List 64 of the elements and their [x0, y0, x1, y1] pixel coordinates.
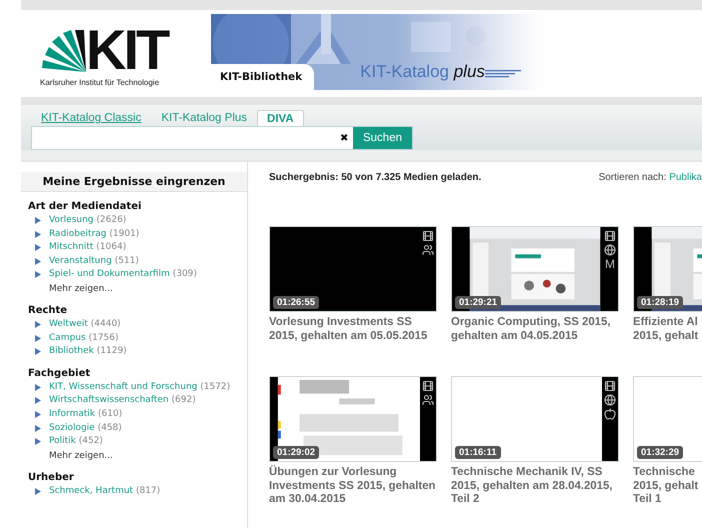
filter-link[interactable]: Veranstaltung (511) — [49, 254, 239, 268]
video-thumbnail[interactable]: 01:16:11 — [451, 376, 619, 462]
filter-link[interactable]: Radiobeitrag (1901) — [49, 228, 239, 242]
people-icon — [422, 244, 434, 256]
duration-badge: 01:29:21 — [455, 296, 502, 309]
letter-label: M — [605, 258, 615, 271]
people-icon — [422, 394, 434, 406]
video-thumbnail[interactable]: 01:26:55 — [269, 226, 437, 312]
more-link[interactable]: Mehr zeigen... — [28, 448, 247, 463]
filter-link[interactable]: Mitschnitt (1064) — [49, 241, 239, 255]
globe-icon — [604, 244, 616, 256]
triangle-icon — [35, 488, 41, 495]
filter-link[interactable]: Soziologie (458) — [49, 422, 239, 436]
filter-link[interactable]: Campus (1756) — [49, 332, 239, 346]
logo-rays-icon — [40, 30, 86, 72]
filter-link[interactable]: Bibliothek (1129) — [49, 345, 239, 359]
catalog-tab[interactable]: DIVA — [257, 110, 304, 126]
filter-link[interactable]: Spiel- und Dokumentarfilm (309) — [49, 268, 239, 282]
filter-link[interactable]: Vorlesung (2626) — [49, 214, 239, 228]
film-icon — [422, 380, 434, 392]
filter-link[interactable]: Weltweit (4440) — [49, 318, 239, 332]
filter-group-title: Fachgebiet — [28, 368, 92, 379]
sort-link[interactable]: Publika — [669, 172, 702, 183]
catalog-brand: KIT-Katalog plus — [360, 62, 485, 82]
duration-badge: 01:16:11 — [455, 446, 501, 459]
film-icon — [422, 230, 434, 242]
duration-badge: 01:26:55 — [273, 296, 320, 309]
more-link[interactable]: Mehr zeigen... — [28, 282, 247, 296]
video-title[interactable]: Effiziente Al 2015, gehalt — [633, 316, 701, 343]
filter-link[interactable]: KIT, Wissenschaft und Forschung (1572) — [49, 380, 239, 394]
video-title[interactable]: Organic Computing, SS 2015, gehalten am 04.05.2015 — [451, 316, 619, 343]
filter-group-title: Urheber — [28, 472, 75, 483]
search-button[interactable]: Suchen — [352, 127, 412, 149]
catalog-tab[interactable]: KIT-Katalog Plus — [151, 109, 258, 126]
film-icon — [604, 230, 616, 242]
video-thumbnail[interactable]: 01:32:29 — [633, 376, 702, 462]
apple-icon — [604, 408, 616, 420]
filter-group-title: Art der Mediendatei — [28, 201, 142, 212]
globe-icon — [604, 394, 616, 406]
video-thumbnail[interactable]: M 01:29:21 — [451, 226, 619, 312]
duration-badge: 01:29:02 — [273, 446, 320, 459]
institute-name: Karlsruher Institut für Technologie — [40, 78, 160, 87]
filter-link[interactable]: Wirtschaftswissenschaften (692) — [49, 394, 239, 408]
video-title[interactable]: Technische 2015, gehalt Teil 1 — [633, 466, 701, 506]
search-field[interactable]: ✖ Suchen — [31, 126, 413, 150]
sort-label: Sortieren nach: Publika — [598, 172, 702, 185]
video-thumbnail[interactable]: 01:29:02 — [269, 376, 437, 462]
catalog-tab[interactable]: KIT-Katalog Classic — [31, 109, 152, 126]
filter-group-title: Rechte — [28, 304, 68, 316]
filter-link[interactable]: Politik (452) — [49, 435, 239, 449]
brand-lines-icon — [484, 70, 521, 78]
clear-icon[interactable]: ✖ — [334, 132, 353, 144]
video-title[interactable]: Vorlesung Investments SS 2015, gehalten am 05.05.2015 — [269, 316, 437, 343]
duration-badge: 01:28:19 — [637, 296, 684, 309]
video-title[interactable]: Technische Mechanik IV, SS 2015, gehalten am 28.04.2015, Teil 2 — [451, 466, 619, 506]
result-summary: Suchergebnis: 50 von 7.325 Medien geladen. — [269, 172, 482, 185]
sidebar-title: Meine Ergebnisse eingrenzen — [21, 172, 247, 192]
duration-badge: 01:32:29 — [637, 446, 684, 459]
video-title[interactable]: Übungen zur Vorlesung Investments SS 2015, gehalten am 30.04.2015 — [269, 466, 437, 506]
filter-link[interactable]: Schmeck, Hartmut (817) — [49, 484, 239, 498]
film-icon — [604, 380, 616, 392]
filter-link[interactable]: Informatik (610) — [49, 408, 239, 422]
video-thumbnail[interactable]: 01:28:19 — [633, 226, 702, 312]
logo-text: KIT — [86, 28, 168, 72]
